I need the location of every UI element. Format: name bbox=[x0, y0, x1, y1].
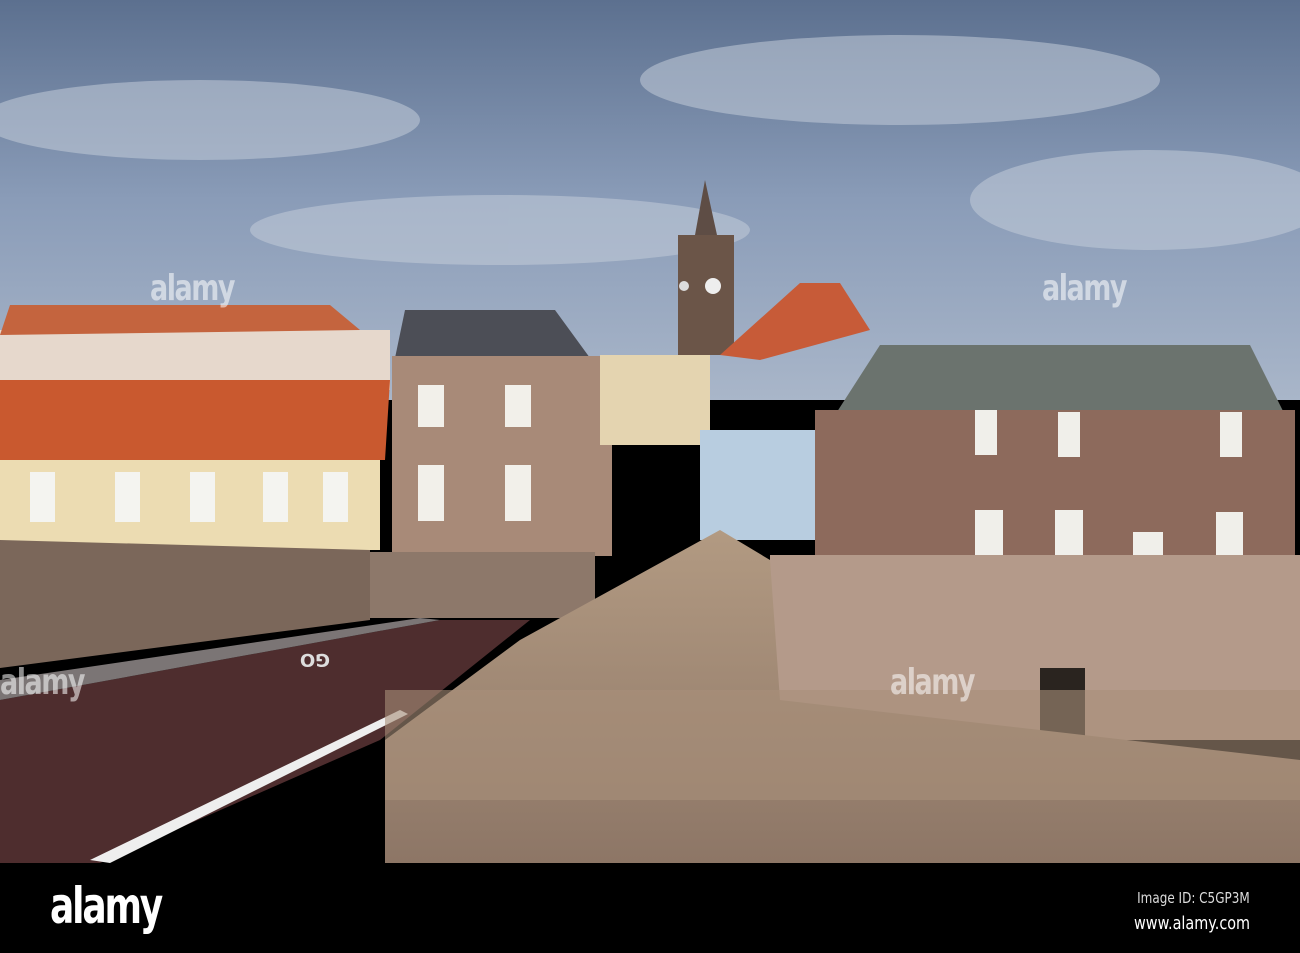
town-bridge-photo: GO bbox=[0, 0, 1300, 863]
alamy-logo: alamy bbox=[50, 877, 163, 935]
parapet-top bbox=[385, 690, 1300, 800]
clock-face bbox=[705, 278, 721, 294]
clock-tower bbox=[678, 235, 734, 355]
roof bbox=[0, 380, 390, 460]
site-url: www.alamy.com bbox=[1133, 913, 1250, 934]
watermark: alamy bbox=[0, 662, 85, 703]
image-id: Image ID: C5GP3M bbox=[1137, 889, 1250, 907]
watermark: alamy bbox=[150, 268, 235, 309]
blue-house bbox=[700, 430, 815, 540]
stock-photo: GO alamy alamy alamy alamy alamy Image I… bbox=[0, 0, 1300, 953]
roof bbox=[0, 305, 360, 335]
watermark: alamy bbox=[890, 662, 975, 703]
footer-bar: alamy Image ID: C5GP3M www.alamy.com bbox=[0, 863, 1300, 953]
bridge-wall-far bbox=[370, 552, 595, 618]
road-marking: GO bbox=[300, 649, 330, 670]
slate-roof bbox=[835, 345, 1285, 415]
watermark: alamy bbox=[1042, 268, 1127, 309]
